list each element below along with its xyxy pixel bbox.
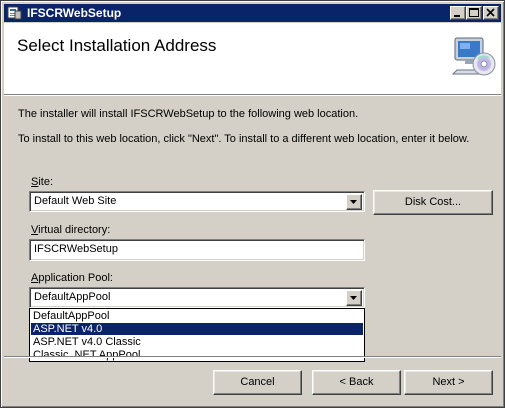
close-icon <box>486 8 495 17</box>
maximize-icon <box>469 8 479 17</box>
pool-option-aspnet-v4-classic[interactable]: ASP.NET v4.0 Classic <box>31 336 363 348</box>
application-pool-list[interactable]: DefaultAppPool ASP.NET v4.0 ASP.NET v4.0… <box>29 308 365 362</box>
intro-line-2: To install to this web location, click "… <box>18 133 470 145</box>
close-button[interactable] <box>483 6 499 20</box>
disk-cost-button[interactable]: Disk Cost... <box>373 190 493 215</box>
site-dropdown-button[interactable] <box>346 194 362 210</box>
application-pool-dropdown[interactable]: DefaultAppPool <box>29 287 365 308</box>
maximize-button[interactable] <box>466 6 482 20</box>
pool-option-defaultapppool[interactable]: DefaultAppPool <box>31 310 363 322</box>
header-separator-highlight <box>4 95 501 96</box>
minimize-button[interactable] <box>450 6 466 20</box>
site-label: Site: <box>31 176 54 188</box>
installer-window: IFSCRWebSetup Select Installation Addres… <box>0 0 505 408</box>
header-banner: Select Installation Address <box>4 23 501 94</box>
window-title: IFSCRWebSetup <box>27 6 122 20</box>
application-pool-label: Application Pool: <box>31 272 113 284</box>
page-title: Select Installation Address <box>17 36 217 55</box>
cancel-button[interactable]: Cancel <box>213 370 302 395</box>
application-pool-value: DefaultAppPool <box>34 291 111 303</box>
footer-separator-highlight <box>4 357 501 358</box>
back-button[interactable]: < Back <box>312 370 401 395</box>
pool-option-aspnet-v4[interactable]: ASP.NET v4.0 <box>31 323 363 335</box>
computer-with-cd-icon <box>451 37 496 76</box>
intro-line-1: The installer will install IFSCRWebSetup… <box>18 108 359 120</box>
next-button[interactable]: Next > <box>404 370 493 395</box>
installer-app-icon <box>7 6 22 20</box>
minimize-icon <box>454 15 460 17</box>
site-dropdown-value: Default Web Site <box>34 195 117 207</box>
title-bar[interactable]: IFSCRWebSetup <box>4 4 501 22</box>
chevron-down-icon <box>350 200 357 204</box>
application-pool-dropdown-button[interactable] <box>346 290 362 306</box>
chevron-down-icon <box>350 296 357 300</box>
pool-option-classic-net[interactable]: Classic .NET AppPool <box>31 349 363 361</box>
virtual-directory-value: IFSCRWebSetup <box>34 243 118 255</box>
site-dropdown[interactable]: Default Web Site <box>29 191 365 212</box>
virtual-directory-input[interactable]: IFSCRWebSetup <box>29 239 365 261</box>
virtual-directory-label: Virtual directory: <box>31 224 111 236</box>
